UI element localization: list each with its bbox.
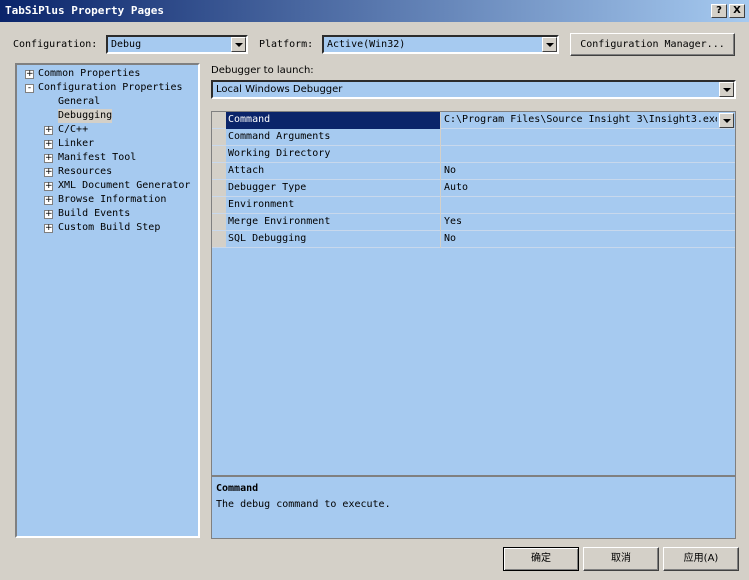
window-title: TabSiPlus Property Pages xyxy=(5,4,164,17)
tree-item-linker[interactable]: Linker xyxy=(58,137,94,151)
tree-item-browse-information[interactable]: Browse Information xyxy=(58,193,166,207)
title-bar: TabSiPlus Property Pages ? X xyxy=(0,0,749,22)
platform-label: Platform: xyxy=(259,39,314,50)
tree-item-custom-build-step[interactable]: Custom Build Step xyxy=(58,221,160,235)
grid-row-name: Merge Environment xyxy=(228,216,331,227)
expand-icon[interactable]: + xyxy=(44,125,53,135)
expand-icon[interactable]: + xyxy=(44,181,53,191)
tree-item-configuration-properties[interactable]: Configuration Properties xyxy=(38,81,183,95)
chevron-down-icon[interactable] xyxy=(231,37,246,52)
expand-icon[interactable]: + xyxy=(44,167,53,177)
description-text: The debug command to execute. xyxy=(216,499,391,510)
tree-item-c-cpp[interactable]: C/C++ xyxy=(58,123,88,137)
expand-icon[interactable]: + xyxy=(44,139,53,149)
grid-row-value[interactable]: No xyxy=(444,233,456,244)
tree-item-xml-document-generator[interactable]: XML Document Generator xyxy=(58,179,190,193)
configuration-label: Configuration: xyxy=(13,39,98,50)
grid-row-name: Attach xyxy=(228,165,265,176)
grid-row-debugger-type[interactable]: Debugger Type Auto xyxy=(212,180,735,197)
tree-item-manifest-tool[interactable]: Manifest Tool xyxy=(58,151,136,165)
grid-row-name: Command Arguments xyxy=(228,131,331,142)
grid-row-name: Working Directory xyxy=(228,148,331,159)
configuration-value: Debug xyxy=(111,39,142,50)
grid-row-attach[interactable]: Attach No xyxy=(212,163,735,180)
grid-row-command-arguments[interactable]: Command Arguments xyxy=(212,129,735,146)
grid-row-sql-debugging[interactable]: SQL Debugging No xyxy=(212,231,735,248)
tree-item-general[interactable]: General xyxy=(58,95,100,109)
grid-row-merge-environment[interactable]: Merge Environment Yes xyxy=(212,214,735,231)
grid-row-name: Environment xyxy=(228,199,295,210)
property-grid[interactable]: Command C:\Program Files\Source Insight … xyxy=(211,111,736,476)
configuration-select[interactable]: Debug xyxy=(106,35,248,54)
grid-row-value[interactable]: No xyxy=(444,165,456,176)
grid-row-command[interactable]: Command C:\Program Files\Source Insight … xyxy=(212,112,735,129)
property-tree[interactable]: + Common Properties - Configuration Prop… xyxy=(15,63,200,538)
chevron-down-icon[interactable] xyxy=(719,82,734,97)
platform-value: Active(Win32) xyxy=(327,39,406,50)
debugger-value: Local Windows Debugger xyxy=(216,84,343,95)
debugger-select[interactable]: Local Windows Debugger xyxy=(211,80,736,99)
cancel-button[interactable]: 取消 xyxy=(583,547,659,571)
grid-row-value[interactable]: C:\Program Files\Source Insight 3\Insigh… xyxy=(444,114,717,125)
apply-button[interactable]: 应用(A) xyxy=(663,547,739,571)
tree-item-debugging[interactable]: Debugging xyxy=(58,109,113,123)
grid-row-name: Command xyxy=(228,114,271,125)
grid-row-value[interactable]: Auto xyxy=(444,182,468,193)
grid-row-name: Debugger Type xyxy=(228,182,307,193)
close-button[interactable]: X xyxy=(729,4,745,18)
expand-icon[interactable]: + xyxy=(44,153,53,163)
chevron-down-icon[interactable] xyxy=(719,113,734,128)
grid-row-value[interactable]: Yes xyxy=(444,216,462,227)
configuration-manager-button[interactable]: Configuration Manager... xyxy=(570,33,735,56)
ok-button[interactable]: 确定 xyxy=(503,547,579,571)
grid-row-environment[interactable]: Environment xyxy=(212,197,735,214)
expand-icon[interactable]: + xyxy=(44,223,53,233)
grid-row-working-directory[interactable]: Working Directory xyxy=(212,146,735,163)
expand-icon[interactable]: + xyxy=(44,195,53,205)
expand-icon[interactable]: + xyxy=(44,209,53,219)
help-button[interactable]: ? xyxy=(711,4,727,18)
platform-select[interactable]: Active(Win32) xyxy=(322,35,559,54)
description-title: Command xyxy=(216,483,259,494)
grid-row-name: SQL Debugging xyxy=(228,233,307,244)
description-pane: Command The debug command to execute. xyxy=(211,476,736,539)
debugger-label: Debugger to launch: xyxy=(211,65,314,76)
tree-item-common-properties[interactable]: Common Properties xyxy=(38,67,140,81)
chevron-down-icon[interactable] xyxy=(542,37,557,52)
collapse-icon[interactable]: - xyxy=(25,83,34,93)
tree-item-build-events[interactable]: Build Events xyxy=(58,207,130,221)
expand-icon[interactable]: + xyxy=(25,69,34,79)
tree-item-resources[interactable]: Resources xyxy=(58,165,112,179)
